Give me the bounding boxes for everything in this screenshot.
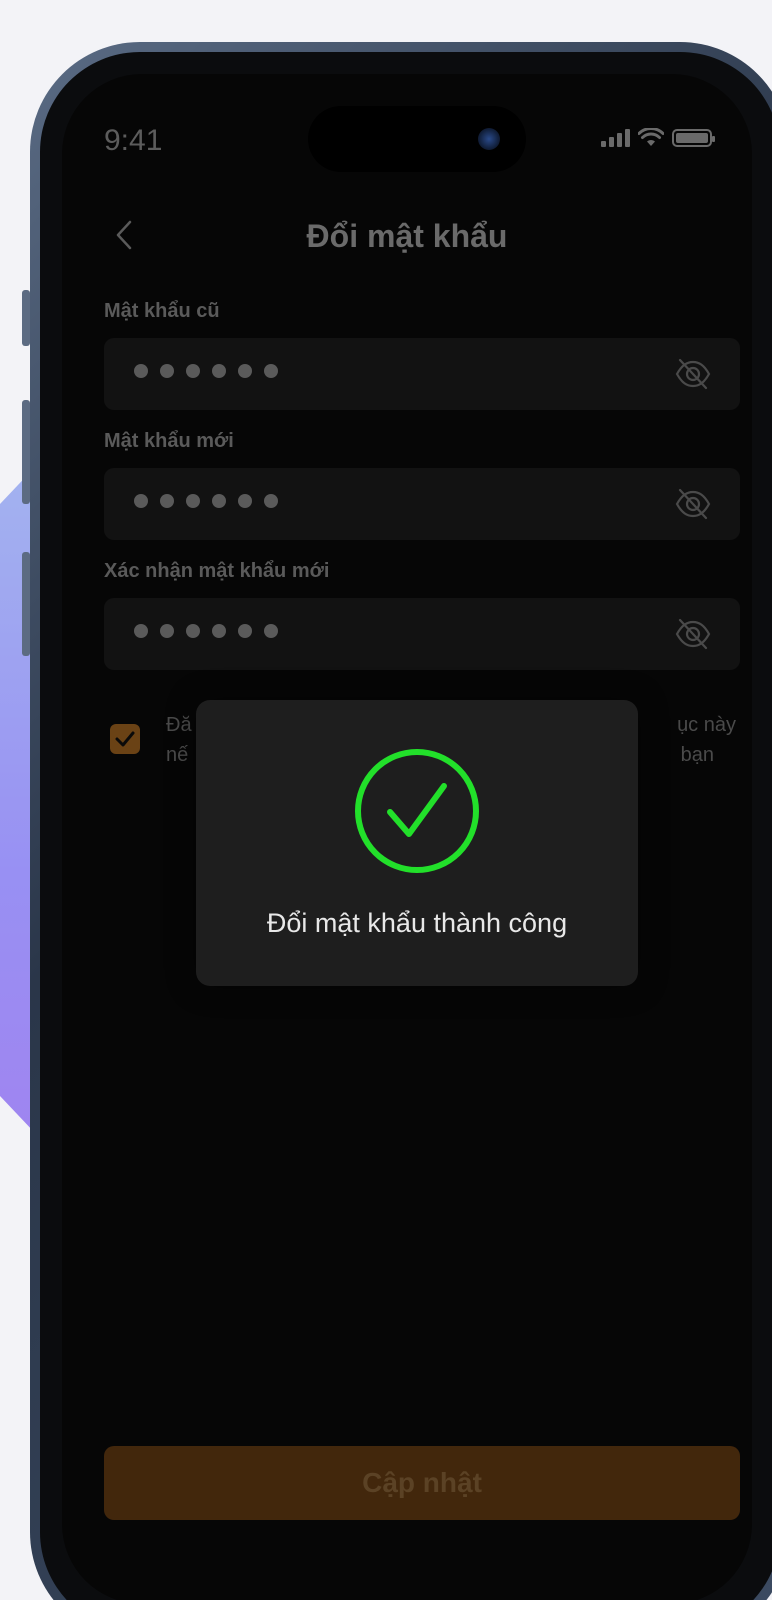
checkmark-icon [115,731,135,747]
checkbox-label-line2-end: bạn [680,744,714,766]
phone-frame: 9:41 Đổi mật khẩu Mật khẩu cũ Mật khẩu m… [30,42,772,1600]
password-mask [134,364,278,378]
old-password-field[interactable] [104,338,740,410]
camera-icon [478,128,500,150]
page-title: Đổi mật khẩu [306,218,508,254]
phone-screen: 9:41 Đổi mật khẩu Mật khẩu cũ Mật khẩu m… [62,74,752,1600]
new-password-label: Mật khẩu mới [104,430,234,452]
battery-icon [672,129,715,147]
checkbox-label-line1-start: Đă [166,714,192,736]
check-circle-icon [355,749,479,873]
success-toast: Đổi mật khẩu thành công [196,700,638,986]
status-icons [601,128,715,148]
toast-message: Đổi mật khẩu thành công [266,908,568,938]
dynamic-island [308,106,526,172]
side-button-silent [22,290,30,346]
logout-checkbox[interactable] [110,724,140,754]
phone-bezel: 9:41 Đổi mật khẩu Mật khẩu cũ Mật khẩu m… [40,52,772,1600]
confirm-password-label: Xác nhận mật khẩu mới [104,560,330,582]
eye-off-icon[interactable] [674,618,712,650]
old-password-label: Mật khẩu cũ [104,300,220,322]
password-mask [134,494,278,508]
checkbox-label-line1-end: ục này [677,714,736,736]
wifi-icon [638,128,664,146]
password-mask [134,624,278,638]
new-password-field[interactable] [104,468,740,540]
confirm-password-field[interactable] [104,598,740,670]
update-button[interactable]: Cập nhật [104,1446,740,1520]
status-bar: 9:41 [62,74,752,194]
stage: 9:41 Đổi mật khẩu Mật khẩu cũ Mật khẩu m… [0,0,772,1600]
nav-bar: Đổi mật khẩu [62,208,752,268]
signal-icon [601,129,630,147]
checkbox-label-line2-start: nế [166,744,189,766]
status-time: 9:41 [104,124,163,157]
eye-off-icon[interactable] [674,358,712,390]
eye-off-icon[interactable] [674,488,712,520]
side-button-volume-down [22,552,30,656]
side-button-volume-up [22,400,30,504]
